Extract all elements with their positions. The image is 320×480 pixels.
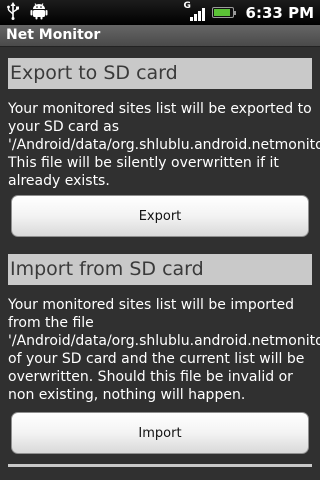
status-time: 6:33 PM xyxy=(245,3,314,22)
signal-bars xyxy=(189,7,205,21)
app-title: Net Monitor xyxy=(6,27,101,43)
import-button[interactable]: Import xyxy=(11,412,309,454)
signal-bar xyxy=(201,7,205,21)
usb-icon xyxy=(6,1,20,24)
export-section-header: Export to SD card xyxy=(8,58,312,89)
status-bar: G 6:33 PM xyxy=(0,0,320,25)
app-title-bar: Net Monitor xyxy=(0,25,320,47)
signal-bar xyxy=(193,13,197,21)
import-section-header: Import from SD card xyxy=(8,254,312,285)
import-description: Your monitored sites list will be import… xyxy=(8,297,320,403)
signal-strength-icon: G xyxy=(184,1,206,22)
signal-bar xyxy=(197,10,201,21)
status-bar-system: G 6:33 PM xyxy=(184,0,314,25)
main-content[interactable]: Export to SD card Your monitored sites l… xyxy=(0,47,320,480)
export-button[interactable]: Export xyxy=(11,195,309,237)
android-debug-icon xyxy=(30,2,48,24)
status-bar-notifications xyxy=(6,1,48,24)
battery-fill xyxy=(213,9,230,16)
next-section-header-edge xyxy=(8,464,312,467)
battery-icon xyxy=(211,7,236,18)
export-description: Your monitored sites list will be export… xyxy=(8,101,320,189)
signal-bar xyxy=(189,16,193,21)
